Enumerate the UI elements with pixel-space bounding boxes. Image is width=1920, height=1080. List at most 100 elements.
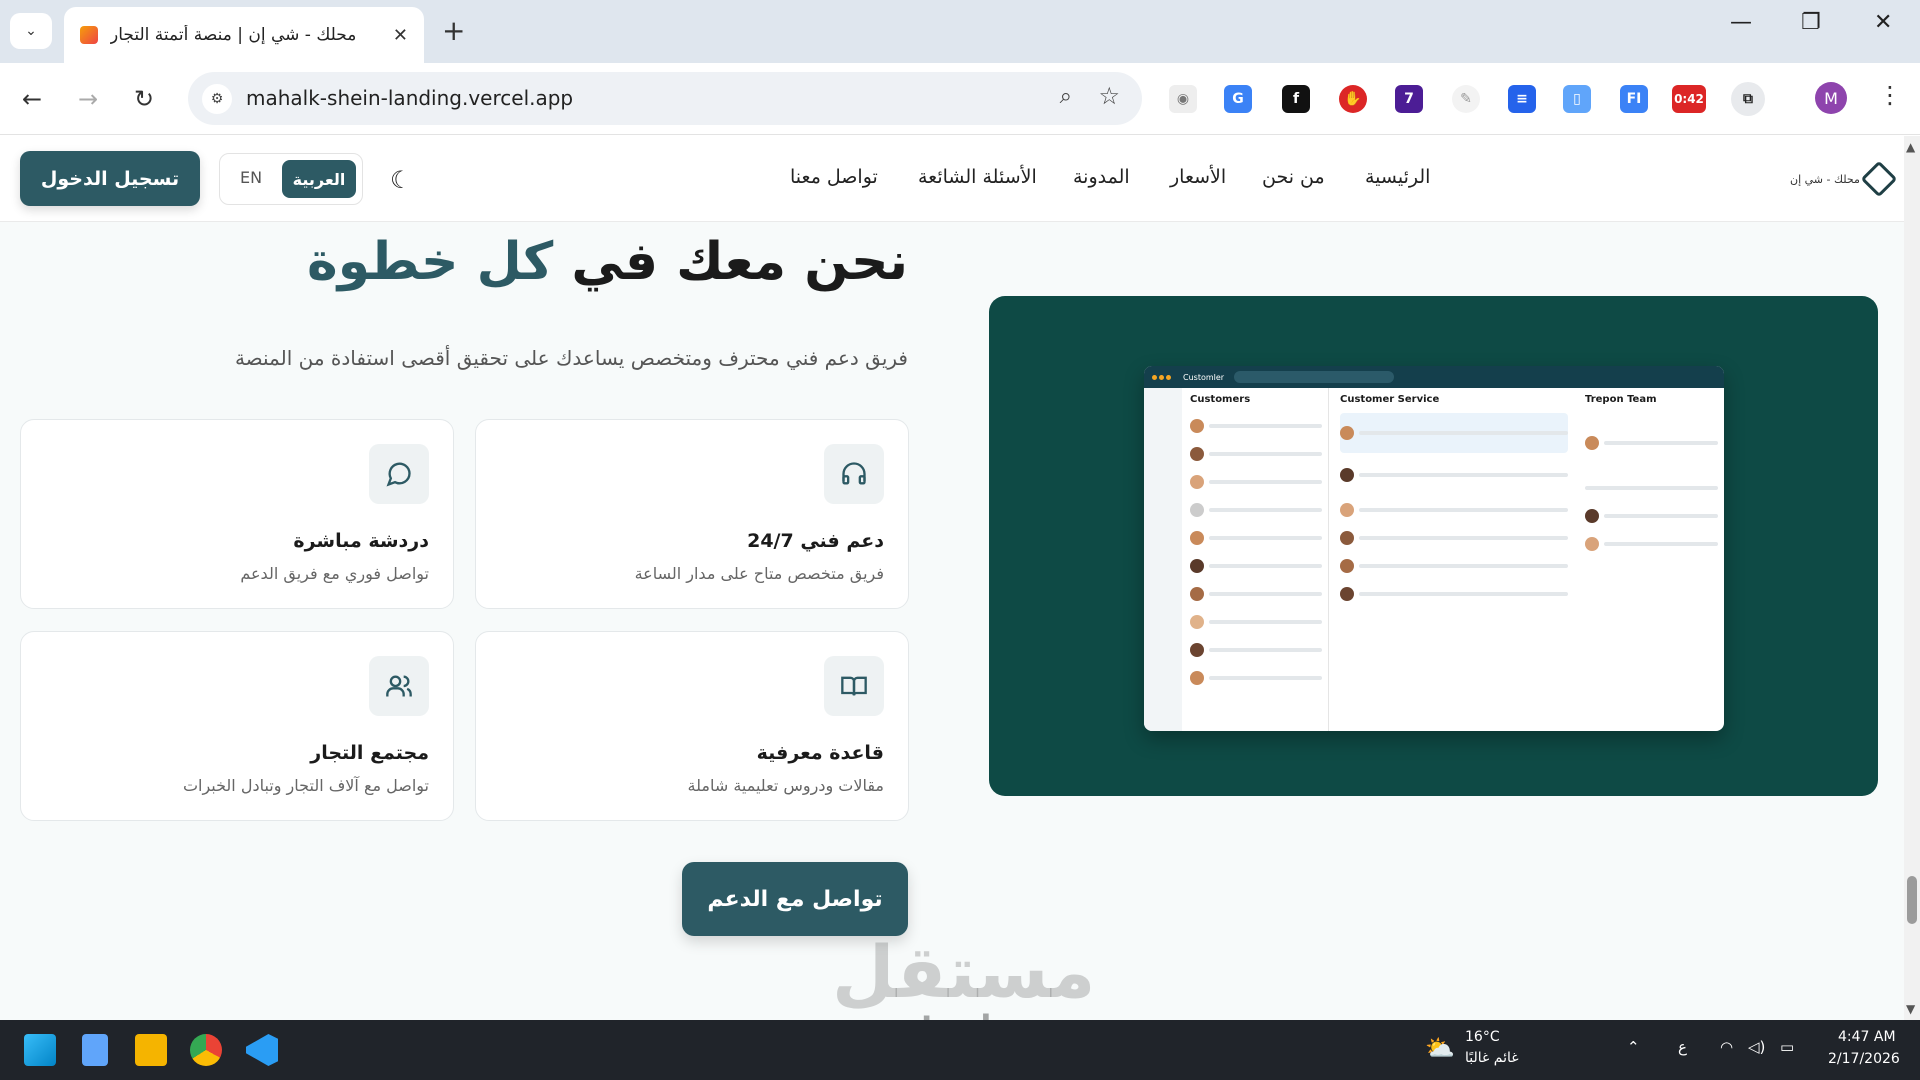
scroll-up-icon[interactable]: ▲: [1906, 140, 1915, 154]
mockup-team-column: Trepon Team: [1579, 388, 1724, 731]
hero-title: نحن معك في كل خطوة: [307, 232, 908, 292]
feature-card-knowledge: قاعدة معرفية مقالات ودروس تعليمية شاملة: [475, 631, 909, 821]
nav-contact[interactable]: تواصل معنا: [790, 166, 878, 188]
logo-text: محلك - شي إن: [1790, 172, 1860, 186]
language-switcher: EN العربية: [219, 153, 363, 205]
watermark-arabic: مستقل: [832, 930, 1096, 1014]
cap-extension-icon[interactable]: 7: [1395, 85, 1423, 113]
translate-extension-icon[interactable]: G: [1224, 85, 1252, 113]
formula-extension-icon[interactable]: f: [1282, 85, 1310, 113]
headphones-icon: [824, 444, 884, 504]
app-mockup-image: Customler Customers Customer Service Tre…: [1144, 366, 1724, 731]
clock-date[interactable]: 2/17/2026: [1828, 1051, 1900, 1067]
vscode-icon[interactable]: [246, 1034, 278, 1066]
browser-tab[interactable]: محلك - شي إن | منصة أتمتة التجار ✕: [64, 7, 424, 63]
new-tab-button[interactable]: +: [442, 14, 465, 47]
hero-subtitle: فريق دعم فني محترف ومتخصص يساعدك على تحق…: [234, 346, 908, 370]
back-icon[interactable]: ←: [22, 85, 42, 113]
hero-title-part-b: في: [571, 232, 659, 292]
card-title: قاعدة معرفية: [756, 742, 884, 764]
hero-title-part-a: نحن معك: [658, 232, 908, 292]
timer-extension[interactable]: 0:42: [1672, 85, 1706, 113]
card-title: مجتمع التجار: [310, 742, 429, 764]
tab-search-button[interactable]: ⌄: [10, 13, 52, 49]
mockup-app-name: Customler: [1183, 372, 1225, 382]
logo-mark-icon: [1860, 160, 1898, 198]
minimize-icon[interactable]: —: [1730, 10, 1752, 35]
notepad-icon[interactable]: [82, 1034, 108, 1066]
windows-start-icon[interactable]: [24, 1034, 56, 1066]
input-method[interactable]: ع: [1678, 1038, 1687, 1056]
mockup-window-dots: [1152, 373, 1173, 382]
mockup-sidebar: [1144, 388, 1182, 731]
hero-title-highlight: كل خطوة: [307, 232, 572, 292]
chrome-icon[interactable]: [190, 1034, 222, 1066]
nav-blog[interactable]: المدونة: [1073, 166, 1130, 188]
clock-time[interactable]: 4:47 AM: [1838, 1029, 1896, 1045]
extension-badge: 7: [1404, 91, 1414, 107]
watermark-latin: mostaql.com: [832, 1008, 1092, 1020]
weather-cloud-icon[interactable]: ⛅: [1425, 1034, 1455, 1062]
mockup-col-title: Trepon Team: [1585, 394, 1657, 405]
address-bar[interactable]: ⚙ mahalk-shein-landing.vercel.app ⌕ ☆: [188, 72, 1142, 125]
page-scrollbar[interactable]: ▲ ▼: [1904, 136, 1920, 1020]
window-close-icon[interactable]: ✕: [1874, 10, 1892, 35]
contact-support-button[interactable]: تواصل مع الدعم: [682, 862, 908, 936]
phone-extension-icon[interactable]: ▯: [1563, 85, 1591, 113]
login-button[interactable]: تسجيل الدخول: [20, 151, 200, 206]
url-text[interactable]: mahalk-shein-landing.vercel.app: [246, 86, 573, 110]
weather-desc[interactable]: غائم غالبًا: [1465, 1050, 1519, 1066]
site-info-icon[interactable]: ⚙: [202, 84, 232, 114]
weather-temp[interactable]: 16°C: [1465, 1029, 1500, 1045]
mockup-topbar: Customler: [1144, 366, 1724, 388]
file-explorer-icon[interactable]: [135, 1034, 167, 1066]
lang-en-button[interactable]: EN: [240, 168, 262, 187]
card-title: دعم فني 24/7: [747, 530, 884, 552]
extensions-puzzle-icon[interactable]: ⧉: [1731, 82, 1765, 116]
scrollbar-thumb[interactable]: [1907, 876, 1917, 924]
bookmark-star-icon[interactable]: ☆: [1098, 82, 1120, 110]
reload-icon[interactable]: ↻: [134, 85, 154, 113]
tab-title: محلك - شي إن | منصة أتمتة التجار: [110, 25, 357, 45]
card-desc: تواصل فوري مع فريق الدعم: [240, 564, 429, 583]
card-desc: مقالات ودروس تعليمية شاملة: [687, 776, 885, 795]
tab-close-icon[interactable]: ✕: [393, 25, 408, 46]
nav-about[interactable]: من نحن: [1262, 166, 1325, 188]
mockup-service-column: Customer Service: [1334, 388, 1574, 731]
browser-menu-icon[interactable]: ⋮: [1878, 81, 1902, 109]
docs-extension-icon[interactable]: ≡: [1508, 85, 1536, 113]
adblock-extension-icon[interactable]: ✋: [1339, 85, 1367, 113]
fi-extension-icon[interactable]: FI: [1620, 85, 1648, 113]
restore-icon[interactable]: ❐: [1801, 10, 1821, 35]
forward-icon[interactable]: →: [78, 85, 98, 113]
volume-icon[interactable]: ◁): [1748, 1038, 1765, 1056]
battery-icon[interactable]: ▭: [1780, 1038, 1794, 1056]
site-header: محلك - شي إن الرئيسية من نحن الأسعار الم…: [0, 136, 1904, 222]
mostaql-watermark: مستقل mostaql.com: [832, 930, 1096, 1020]
scroll-down-icon[interactable]: ▼: [1906, 1002, 1915, 1016]
windows-taskbar: ⛅ 16°C غائم غالبًا ⌃ ع ◠ ◁) ▭ 4:47 AM 2/…: [0, 1020, 1920, 1080]
dark-mode-moon-icon[interactable]: ☾: [390, 166, 412, 194]
browser-toolbar: ← → ↻ ⚙ mahalk-shein-landing.vercel.app …: [0, 63, 1920, 135]
zoom-icon[interactable]: ⌕: [1060, 84, 1072, 109]
profile-avatar[interactable]: M: [1815, 82, 1847, 114]
mockup-search: [1234, 371, 1395, 383]
book-icon: [824, 656, 884, 716]
wifi-icon[interactable]: ◠: [1720, 1038, 1733, 1056]
camera-extension-icon[interactable]: ◉: [1169, 85, 1197, 113]
nav-home[interactable]: الرئيسية: [1365, 166, 1430, 188]
chat-icon: [369, 444, 429, 504]
card-desc: فريق متخصص متاح على مدار الساعة: [634, 564, 884, 583]
tray-chevron-icon[interactable]: ⌃: [1627, 1038, 1640, 1056]
mockup-col-title: Customers: [1190, 394, 1251, 405]
product-screenshot-panel: Customler Customers Customer Service Tre…: [989, 296, 1878, 796]
feature-card-chat: دردشة مباشرة تواصل فوري مع فريق الدعم: [20, 419, 454, 609]
nav-faq[interactable]: الأسئلة الشائعة: [918, 166, 1037, 188]
browser-tab-strip: ⌄ محلك - شي إن | منصة أتمتة التجار ✕ + —…: [0, 0, 1920, 63]
nav-pricing[interactable]: الأسعار: [1170, 166, 1226, 188]
site-logo[interactable]: محلك - شي إن: [1790, 160, 1898, 198]
feature-card-support: دعم فني 24/7 فريق متخصص متاح على مدار ال…: [475, 419, 909, 609]
compass-extension-icon[interactable]: ✎: [1452, 85, 1480, 113]
lang-ar-button[interactable]: العربية: [282, 160, 356, 198]
favicon-icon: [80, 26, 98, 44]
